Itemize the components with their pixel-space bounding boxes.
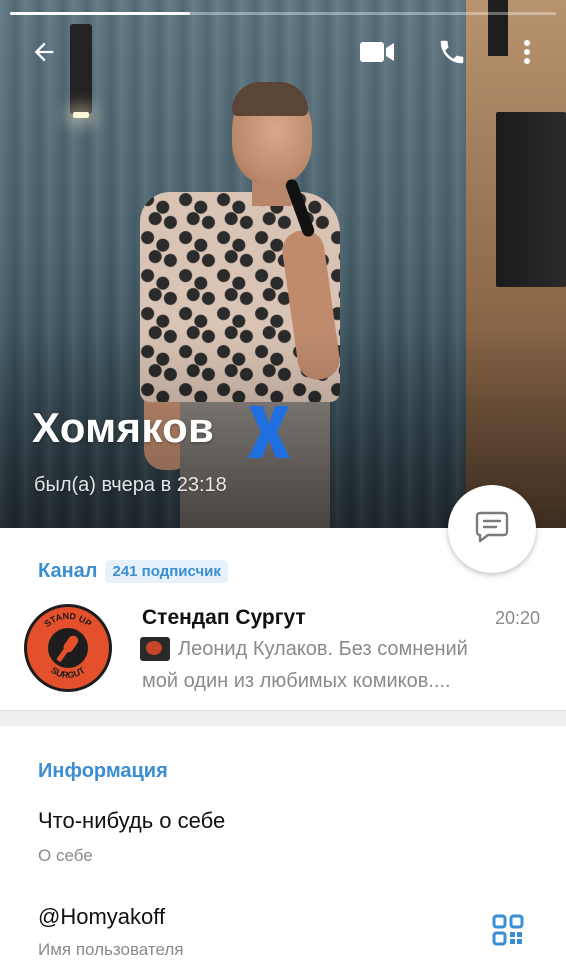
video-camera-icon [359,39,395,65]
video-call-button[interactable] [355,30,399,74]
qr-code-button[interactable] [490,914,526,950]
username-label: Имя пользователя [38,940,184,959]
more-vertical-icon [523,39,531,65]
arrow-left-icon [30,38,58,66]
channel-logo-ring: STAND UP SURGUT [42,611,93,680]
svg-text:STAND UP: STAND UP [42,611,93,629]
speaker-box [496,112,566,287]
voice-call-button[interactable] [430,30,474,74]
username-value: @Homyakoff [38,904,166,929]
phone-icon [437,37,467,67]
channel-logo-top-text: STAND UP [42,611,93,629]
subscribers-badge: 241 подписчик [105,560,228,583]
about-label: О себе [38,846,93,865]
post-preview-line: мой один из любимых комиков.... [142,670,451,692]
channel-section-label: Канал [38,560,98,582]
post-preview-line: Леонид Кулаков. Без сомнений [178,638,468,660]
post-thumbnail [140,637,170,661]
qr-code-icon [492,914,524,951]
last-seen-status: был(а) вчера в 23:18 [34,474,227,496]
stage-lamp [70,24,92,118]
about-value: Что-нибудь о себе [38,808,226,833]
hair [232,82,308,116]
photo-progress-fill [10,12,191,15]
profile-photo[interactable]: Хомяков был(а) вчера в 23:18 [0,0,566,528]
channel-header: Канал 241 подписчик [38,560,228,583]
send-message-button[interactable] [448,485,536,573]
channel-avatar: STAND UP SURGUT [24,604,112,692]
back-button[interactable] [22,30,66,74]
blue-x-mark-icon [246,402,292,462]
section-divider [0,710,566,726]
channel-title: Стендап Сургут [142,606,306,629]
photo-progress-track [10,12,556,15]
channel-post-time: 20:20 [494,608,540,628]
message-icon [474,510,510,549]
info-section-title: Информация [38,760,168,782]
profile-name: Хомяков [32,404,215,451]
more-options-button[interactable] [505,30,549,74]
